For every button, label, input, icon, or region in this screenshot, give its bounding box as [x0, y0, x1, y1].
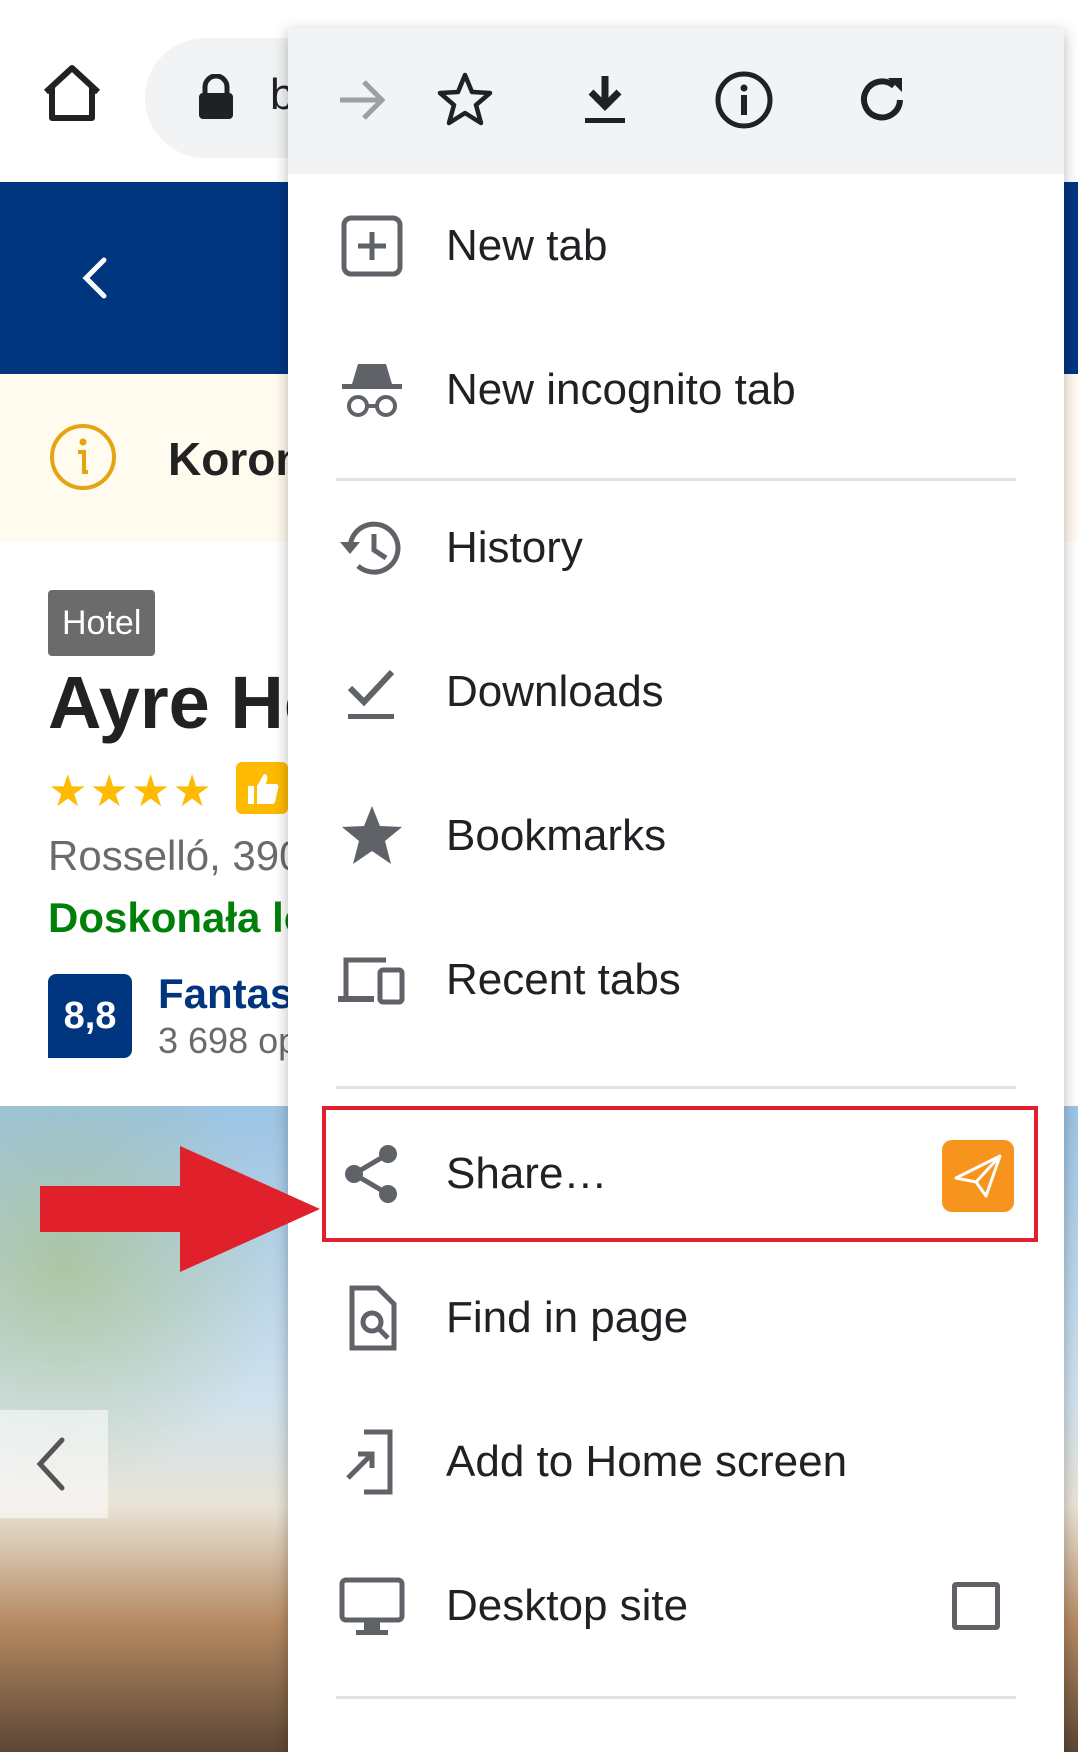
- menu-item-bookmarks[interactable]: Bookmarks: [288, 764, 1064, 908]
- incognito-icon: [342, 364, 402, 417]
- location-rating-label[interactable]: Doskonała lo: [48, 894, 309, 942]
- menu-item-new-incognito-tab[interactable]: New incognito tab: [288, 318, 1064, 462]
- recent-tabs-devices-icon: [338, 957, 405, 1005]
- menu-item-label: Bookmarks: [446, 811, 667, 860]
- menu-item-history[interactable]: History: [288, 476, 1064, 620]
- desktop-icon: [339, 1577, 405, 1635]
- menu-item-label: Find in page: [446, 1293, 689, 1342]
- chevron-left-icon: [36, 1437, 65, 1491]
- desktop-site-checkbox[interactable]: [952, 1582, 1000, 1630]
- lock-icon: [199, 74, 233, 119]
- find-in-page-icon: [349, 1285, 397, 1351]
- forward-arrow-icon[interactable]: [330, 68, 394, 132]
- menu-divider: [336, 1696, 1016, 1699]
- share-highlight-box: [322, 1106, 1038, 1242]
- bookmark-star-outline-icon[interactable]: [433, 68, 497, 132]
- menu-item-label: Downloads: [446, 667, 664, 716]
- menu-action-bar: [288, 28, 1064, 174]
- property-type-badge: Hotel: [48, 590, 156, 656]
- menu-item-label: Add to Home screen: [446, 1437, 848, 1486]
- menu-item-desktop-site[interactable]: Desktop site: [288, 1534, 1064, 1678]
- review-score-badge: 8,8: [48, 974, 132, 1058]
- back-chevron-icon[interactable]: [80, 256, 110, 300]
- history-icon: [340, 521, 401, 575]
- menu-item-new-tab[interactable]: New tab: [288, 174, 1064, 318]
- downloads-check-icon: [347, 669, 395, 719]
- add-to-home-icon: [346, 1429, 393, 1495]
- menu-item-downloads[interactable]: Downloads: [288, 620, 1064, 764]
- notice-text: Koron: [168, 433, 304, 485]
- menu-item-label: Desktop site: [446, 1581, 689, 1630]
- new-tab-icon: [341, 215, 403, 277]
- review-count: 3 698 op: [158, 1020, 299, 1061]
- bookmark-star-icon: [342, 806, 402, 864]
- menu-divider: [336, 1086, 1016, 1089]
- menu-item-label: History: [446, 523, 583, 572]
- browser-overflow-menu: New tab New incognito tab History Downlo…: [288, 28, 1064, 1752]
- menu-item-label: Recent tabs: [446, 955, 681, 1004]
- hotel-name: Ayre Ho: [48, 661, 330, 744]
- red-arrow-annotation: [40, 1146, 320, 1272]
- thumbs-up-icon: [236, 762, 288, 814]
- menu-item-label: New incognito tab: [446, 365, 796, 414]
- menu-item-label: New tab: [446, 221, 608, 270]
- refresh-icon[interactable]: [850, 68, 914, 132]
- home-icon[interactable]: [40, 62, 104, 126]
- info-circle-icon: [50, 424, 116, 490]
- menu-item-add-to-home-screen[interactable]: Add to Home screen: [288, 1390, 1064, 1534]
- hotel-address: Rosselló, 390: [48, 832, 303, 879]
- paper-plane-icon: [942, 1140, 1014, 1212]
- menu-item-find-in-page[interactable]: Find in page: [288, 1246, 1064, 1390]
- download-icon[interactable]: [573, 68, 637, 132]
- review-score-label: Fantast: [158, 970, 308, 1017]
- info-icon[interactable]: [712, 68, 776, 132]
- menu-item-recent-tabs[interactable]: Recent tabs: [288, 908, 1064, 1052]
- star-rating: ★★★★: [48, 767, 214, 816]
